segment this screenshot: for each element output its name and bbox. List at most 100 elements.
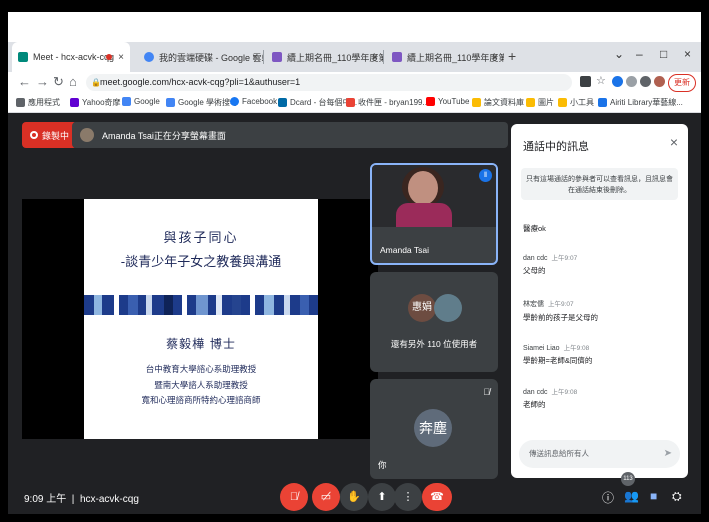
speaking-icon: ⦀ — [479, 169, 492, 182]
close-tab-icon[interactable]: × — [118, 52, 124, 63]
participant-count-badge: 113 — [621, 472, 635, 486]
tab-roster-1[interactable]: 續上期名冊_110學年度第一學期 × — [266, 42, 384, 72]
youtube-icon — [426, 97, 435, 106]
close-tab-icon[interactable]: × — [492, 52, 498, 63]
participant-name: Amanda Tsai — [380, 245, 429, 255]
chat-message: 醫療ok — [523, 224, 546, 233]
home-icon[interactable]: ⌂ — [69, 74, 77, 89]
reload-icon[interactable]: ↻ — [53, 74, 64, 90]
tab-search-icon[interactable]: ⌄ — [614, 47, 624, 61]
slide-title: 與孩子同心 — [163, 231, 239, 246]
sheets-icon — [272, 52, 282, 62]
speaker-title-line: 寬和心理諮商所特約心理諮商師 — [141, 396, 261, 406]
bookmark-tools[interactable]: 小工具 — [558, 97, 594, 108]
record-icon — [30, 131, 38, 139]
more-options-button[interactable]: ⋮ — [394, 483, 422, 511]
mic-off-button[interactable]: 🎙̸ — [280, 483, 308, 511]
mic-off-icon: 🎙̸ — [483, 387, 490, 397]
chat-message: dan cdc 上午9:08 老師的 — [523, 389, 578, 409]
browser-tab-bar: Meet - hcx-acvk-cqg × 我的雲端硬碟 - Google 雲端… — [8, 42, 701, 72]
participant-tile-amanda[interactable]: ⦀ Amanda Tsai — [370, 163, 498, 265]
avatar: 惠娟 — [408, 294, 436, 322]
speaker-name: 蔡毅樺 博士 — [166, 337, 236, 351]
speaker-title-line: 暨南大學諮人系助理教授 — [154, 381, 248, 391]
decorative-stripe — [84, 295, 318, 315]
close-tab-icon[interactable]: × — [372, 52, 378, 63]
tab-meet[interactable]: Meet - hcx-acvk-cqg × — [12, 42, 130, 72]
scholar-icon — [166, 98, 175, 107]
people-icon[interactable]: 👥 — [624, 489, 639, 503]
chat-message: Siamei Liao 上午9:08 學齡期=老師&同儕的 — [523, 345, 593, 365]
activities-icon[interactable]: ⛭ — [672, 489, 682, 504]
folder-icon — [472, 98, 481, 107]
presenter-banner: Amanda Tsai正在分享螢幕畫面 — [72, 122, 508, 148]
bookmark-images[interactable]: 圖片 — [526, 97, 554, 108]
avatar[interactable] — [654, 76, 665, 87]
close-icon[interactable]: × — [670, 134, 678, 150]
new-tab-button[interactable]: + — [508, 48, 516, 64]
folder-icon — [558, 98, 567, 107]
back-icon[interactable]: ← — [18, 74, 31, 89]
bookmark-airiti[interactable]: Airiti Library華藝線... — [598, 97, 683, 108]
tab-drive[interactable]: 我的雲端硬碟 - Google 雲端硬碟 × — [138, 42, 264, 72]
lock-icon: 🔒 — [91, 78, 101, 87]
participant-tile-others[interactable]: 惠娟 還有另外 110 位使用者 — [370, 272, 498, 372]
slide-subtitle: -談青少年子女之教養與溝通 — [120, 255, 282, 270]
top-margin — [8, 12, 701, 42]
leave-call-button[interactable]: ☎ — [422, 483, 452, 511]
raise-hand-button[interactable]: ✋ — [340, 483, 368, 511]
self-label: 你 — [378, 460, 387, 470]
forward-icon[interactable]: → — [36, 74, 49, 89]
chat-input[interactable]: 傳送訊息給所有人 ➤ — [519, 440, 680, 468]
bookmark-yahoo[interactable]: Yahoo奇摩 — [70, 97, 121, 108]
bookmark-youtube[interactable]: YouTube — [426, 97, 469, 106]
update-button[interactable]: 更新 — [668, 74, 696, 92]
presentation-slide: 與孩子同心 -談青少年子女之教養與溝通 蔡毅樺 博士 台中教育大學諮心系助理教授… — [84, 199, 318, 439]
bookmark-gmail[interactable]: 收件匣 - bryan199... — [346, 97, 429, 108]
shared-screen: 與孩子同心 -談青少年子女之教養與溝通 蔡毅樺 博士 台中教育大學諮心系助理教授… — [22, 199, 378, 439]
tab-roster-2[interactable]: 續上期名冊_110學年度第一學期 × — [386, 42, 504, 72]
camera-off-button[interactable]: ▭̸ — [312, 483, 340, 511]
chat-title: 通話中的訊息 — [523, 141, 589, 153]
minimize-button[interactable]: – — [636, 47, 643, 61]
bookmark-google[interactable]: Google — [122, 97, 160, 106]
extension-icon[interactable] — [612, 76, 623, 87]
folder-icon — [526, 98, 535, 107]
meet-controls-bar: 9:09 上午 | hcx-acvk-cqg 🎙̸ ▭̸ ✋ ⬆ ⋮ ☎ ⓘ 👥… — [8, 472, 701, 514]
info-icon[interactable]: ⓘ — [602, 489, 614, 506]
meet-icon — [18, 52, 28, 62]
meeting-info: 9:09 上午 | hcx-acvk-cqg — [24, 494, 139, 505]
participant-tile-self[interactable]: 🎙̸ 奔塵 你 — [370, 379, 498, 479]
recording-dot-icon — [106, 54, 112, 60]
dcard-icon — [278, 98, 287, 107]
airiti-icon — [598, 98, 607, 107]
close-window-button[interactable]: × — [684, 47, 691, 61]
recording-indicator: 錄製中 — [22, 122, 78, 148]
bookmark-thesis-db[interactable]: 論文資料庫 — [472, 97, 524, 108]
chat-icon[interactable]: ■ — [650, 489, 657, 503]
maximize-button[interactable]: □ — [660, 47, 667, 61]
send-icon[interactable]: ➤ — [664, 440, 672, 468]
other-participants-label: 還有另外 110 位使用者 — [390, 339, 478, 349]
present-button[interactable]: ⬆ — [368, 483, 396, 511]
screenshot: Meet - hcx-acvk-cqg × 我的雲端硬碟 - Google 雲端… — [6, 10, 703, 516]
puzzle-icon[interactable] — [640, 76, 651, 87]
bookmark-facebook[interactable]: Facebook — [230, 97, 277, 106]
google-icon — [122, 97, 131, 106]
chat-message: dan cdc 上午9:07 父母的 — [523, 255, 578, 275]
cast-icon[interactable] — [580, 76, 591, 87]
address-bar[interactable]: 🔒 meet.google.com/hcx-acvk-cqg?pli=1&aut… — [86, 74, 572, 91]
speaker-title-line: 台中教育大學諮心系助理教授 — [145, 365, 257, 375]
loading-icon — [144, 52, 154, 62]
meet-window: 錄製中 Amanda Tsai正在分享螢幕畫面 與孩子同心 -談青少年子女之教養… — [8, 113, 701, 514]
close-tab-icon[interactable]: × — [252, 52, 258, 63]
extension-icon[interactable] — [626, 76, 637, 87]
bookmarks-bar: 應用程式 Yahoo奇摩 Google Google 學術搜尋 Facebook… — [8, 94, 701, 113]
bookmark-star-icon[interactable]: ☆ — [596, 74, 606, 87]
bookmark-scholar[interactable]: Google 學術搜尋 — [166, 97, 238, 108]
facebook-icon — [230, 97, 239, 106]
yahoo-icon — [70, 98, 79, 107]
bookmark-apps[interactable]: 應用程式 — [16, 97, 60, 108]
gmail-icon — [346, 98, 355, 107]
sheets-icon — [392, 52, 402, 62]
